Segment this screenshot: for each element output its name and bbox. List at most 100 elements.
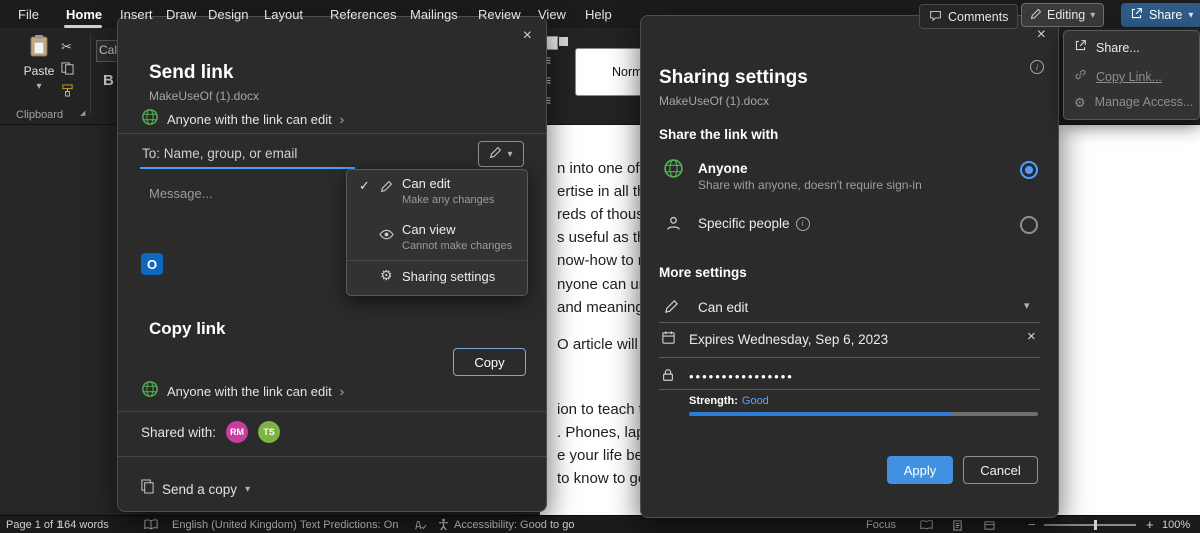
- zoom-in-button[interactable]: +: [1146, 518, 1154, 533]
- gear-icon: ⚙: [380, 267, 393, 283]
- shared-avatar[interactable]: RM: [226, 421, 248, 443]
- dialog-title: Sharing settings: [659, 67, 808, 89]
- menu-item-sharing-settings[interactable]: ⚙ Sharing settings: [347, 262, 527, 292]
- dialog-title: Send link: [149, 62, 233, 84]
- zoom-slider-track[interactable]: [1044, 524, 1136, 526]
- web-layout-icon[interactable]: [984, 520, 995, 533]
- style-gallery-label: Norm: [612, 65, 643, 79]
- ribbon-small-button[interactable]: [559, 37, 568, 46]
- cut-icon[interactable]: ✂: [61, 40, 72, 55]
- zoom-level[interactable]: 100%: [1162, 519, 1190, 532]
- copy-page-icon: [141, 479, 154, 499]
- document-text-line: ertise in all th: [557, 183, 645, 200]
- tab-home[interactable]: Home: [66, 8, 102, 23]
- tab-references[interactable]: References: [330, 8, 396, 23]
- cancel-button[interactable]: Cancel: [963, 456, 1038, 484]
- more-settings-label: More settings: [659, 265, 747, 281]
- pencil-icon: [489, 146, 502, 162]
- chevron-down-icon: ▾: [507, 149, 512, 160]
- text-predictions-indicator[interactable]: Text Predictions: On: [300, 519, 398, 532]
- tab-design[interactable]: Design: [208, 8, 248, 23]
- password-masked-value[interactable]: ••••••••••••••••: [689, 370, 794, 385]
- accessibility-status[interactable]: Accessibility: Good to go: [454, 519, 574, 532]
- paste-clipboard-icon: [29, 34, 49, 63]
- comments-label: Comments: [948, 10, 1008, 24]
- option-anyone[interactable]: Anyone Share with anyone, doesn't requir…: [641, 154, 1058, 200]
- shared-avatar[interactable]: TS: [258, 421, 280, 443]
- radio-specific-people[interactable]: [1020, 216, 1038, 234]
- tab-layout[interactable]: Layout: [264, 8, 303, 23]
- clipboard-expander-icon[interactable]: ◢: [80, 110, 85, 118]
- menu-item-can-view[interactable]: Can view Cannot make changes: [347, 216, 527, 258]
- strength-bar-track: [689, 412, 1038, 416]
- link-permission-summary[interactable]: Anyone with the link can edit ›: [141, 108, 344, 131]
- zoom-out-button[interactable]: −: [1028, 518, 1036, 533]
- menu-item-label: Can view: [402, 223, 455, 238]
- tab-insert[interactable]: Insert: [120, 8, 153, 23]
- page-indicator[interactable]: Page 1 of 1: [6, 519, 62, 532]
- link-permission-label: Anyone with the link can edit: [167, 112, 332, 127]
- menu-item-can-edit[interactable]: ✓ Can edit Make any changes: [347, 170, 527, 214]
- link-icon: [1074, 68, 1087, 86]
- bold-button[interactable]: B: [103, 72, 114, 89]
- print-layout-icon[interactable]: [952, 520, 963, 533]
- recipient-input[interactable]: [140, 145, 359, 162]
- pencil-icon: [1030, 8, 1042, 23]
- copy-link-permission-summary[interactable]: Anyone with the link can edit ›: [141, 380, 344, 403]
- active-tab-indicator: [64, 25, 102, 28]
- copy-button[interactable]: Copy: [453, 348, 526, 376]
- editing-dropdown-button[interactable]: Editing ▾: [1021, 3, 1104, 27]
- share-button[interactable]: Share ▾: [1121, 3, 1200, 27]
- share-menu: Share... Copy Link... ⚙ Manage Access...: [1063, 30, 1200, 120]
- expiration-row[interactable]: Expires Wednesday, Sep 6, 2023 ×: [641, 326, 1058, 354]
- menu-item-sublabel: Cannot make changes: [402, 240, 512, 253]
- copy-icon[interactable]: [61, 62, 74, 80]
- send-a-copy-button[interactable]: Send a copy ▾: [141, 479, 250, 499]
- eye-icon: [379, 227, 394, 247]
- send-a-copy-label: Send a copy: [162, 482, 237, 497]
- apply-button[interactable]: Apply: [887, 456, 953, 484]
- paste-button[interactable]: Paste ▾: [14, 34, 64, 110]
- comment-icon: [929, 9, 942, 25]
- tab-view[interactable]: View: [538, 8, 566, 23]
- divider: [659, 389, 1040, 390]
- accessibility-icon[interactable]: [438, 518, 449, 533]
- document-text-line: ion to teach t: [557, 401, 643, 418]
- option-label: Anyone: [698, 161, 748, 177]
- tab-file[interactable]: File: [18, 8, 39, 23]
- permission-dropdown-row[interactable]: Can edit ▾: [641, 294, 1058, 322]
- chevron-down-icon: ▾: [245, 484, 250, 495]
- read-mode-icon[interactable]: [920, 520, 933, 533]
- option-label: Specific people: [698, 216, 790, 231]
- info-icon[interactable]: i: [1030, 60, 1044, 74]
- focus-button[interactable]: Focus: [866, 519, 896, 532]
- chevron-right-icon: ›: [340, 384, 344, 399]
- format-painter-icon[interactable]: [61, 84, 74, 102]
- close-icon[interactable]: ×: [523, 27, 532, 45]
- word-count[interactable]: 164 words: [58, 519, 109, 532]
- option-specific-people[interactable]: Specific people i: [641, 212, 1058, 242]
- ribbon-tab-bar: File Home Insert Draw Design Layout Refe…: [0, 0, 1200, 28]
- permission-dropdown-button[interactable]: ▾: [478, 141, 524, 167]
- share-menu-item-share[interactable]: Share...: [1074, 39, 1140, 57]
- globe-icon: [141, 380, 159, 403]
- password-row[interactable]: ••••••••••••••••: [641, 364, 1058, 390]
- editing-label: Editing: [1047, 8, 1085, 22]
- radio-anyone[interactable]: [1020, 161, 1038, 179]
- spellcheck-icon[interactable]: [414, 519, 426, 533]
- tab-help[interactable]: Help: [585, 8, 612, 23]
- tab-draw[interactable]: Draw: [166, 8, 196, 23]
- clear-expiration-icon[interactable]: ×: [1027, 328, 1036, 345]
- close-icon[interactable]: ×: [1037, 26, 1046, 44]
- document-text-line: O article will h: [557, 336, 650, 353]
- info-icon[interactable]: i: [796, 217, 810, 231]
- tab-review[interactable]: Review: [478, 8, 521, 23]
- divider: [659, 357, 1040, 358]
- zoom-slider-thumb[interactable]: [1094, 520, 1097, 530]
- tab-mailings[interactable]: Mailings: [410, 8, 458, 23]
- outlook-icon[interactable]: O: [141, 253, 163, 275]
- comments-button[interactable]: Comments: [919, 4, 1018, 29]
- proofing-book-icon[interactable]: [144, 519, 158, 533]
- language-indicator[interactable]: English (United Kingdom): [172, 519, 297, 532]
- word-window: Paste ▾ ✂ Clipboard ◢ Cal B ≡ ≡ ≡ Norm n…: [0, 0, 1200, 533]
